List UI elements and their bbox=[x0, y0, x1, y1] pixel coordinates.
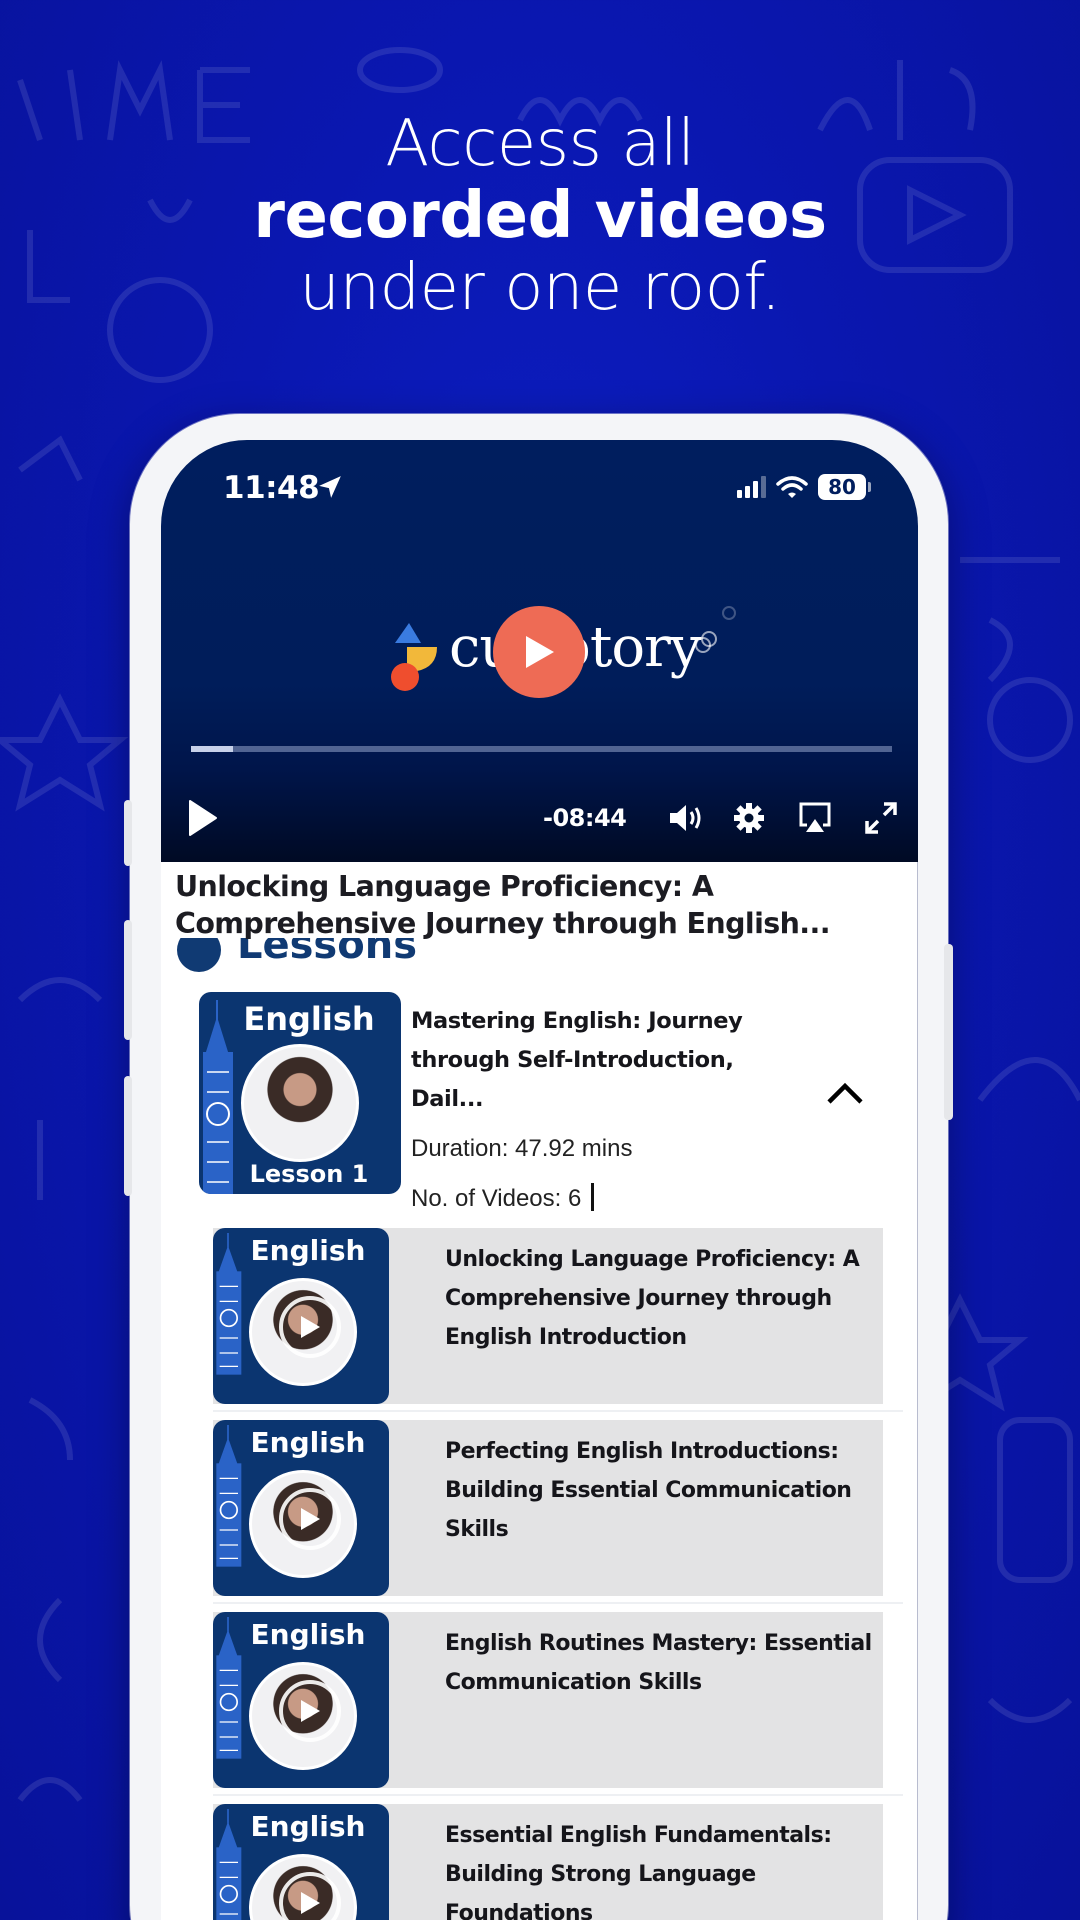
location-arrow-icon bbox=[319, 476, 341, 498]
promo-headline: Access all recorded videos under one roo… bbox=[0, 108, 1080, 324]
player-controls: -08:44 bbox=[185, 796, 898, 846]
thumbnail-title: English bbox=[250, 1810, 366, 1843]
video-progress-bar[interactable] bbox=[191, 746, 892, 752]
status-time: 11:48 bbox=[223, 470, 320, 506]
airplay-button[interactable] bbox=[795, 796, 835, 840]
video-player[interactable]: 11:48 80 curiotory bbox=[161, 440, 918, 862]
promo-line-1: Access all bbox=[385, 107, 695, 181]
video-play-button[interactable] bbox=[279, 1488, 341, 1550]
lesson-thumbnail: English Lesson 1 bbox=[199, 992, 401, 1194]
phone-side-button bbox=[124, 800, 132, 866]
divider bbox=[213, 1410, 903, 1412]
settings-gear-icon bbox=[734, 803, 764, 833]
instructor-photo bbox=[241, 1044, 359, 1162]
lessons-heading: Lessons bbox=[177, 938, 477, 978]
lesson-title: Mastering English: Journey through Self-… bbox=[411, 1008, 743, 1112]
lessons-play-icon bbox=[177, 938, 221, 972]
video-title: Perfecting English Introductions: Buildi… bbox=[445, 1439, 852, 1542]
wifi-icon bbox=[776, 476, 808, 498]
video-list-item[interactable]: English Unlocking Language Proficiency: … bbox=[213, 1228, 903, 1412]
video-title: Unlocking Language Proficiency: A Compre… bbox=[175, 870, 831, 940]
battery-icon: 80 bbox=[818, 474, 871, 500]
video-thumbnail: English bbox=[213, 1612, 389, 1788]
video-thumbnail: English bbox=[213, 1228, 389, 1404]
chevron-up-icon[interactable] bbox=[823, 1074, 867, 1110]
phone-side-button bbox=[124, 920, 132, 1040]
logo-rings-icon bbox=[695, 606, 736, 653]
settings-button[interactable] bbox=[729, 796, 769, 840]
logo-shapes-icon bbox=[391, 623, 437, 691]
thumbnail-lesson-label: Lesson 1 bbox=[249, 1160, 369, 1188]
play-icon bbox=[301, 1892, 320, 1914]
phone-screen: 11:48 80 curiotory bbox=[161, 440, 918, 1920]
lessons-heading-label: Lessons bbox=[237, 938, 417, 968]
text-cursor bbox=[591, 1183, 595, 1211]
lesson-content: Lessons Unlocking Language Proficiency: … bbox=[161, 862, 918, 1920]
video-list-item[interactable]: English English Routines Mastery: Essent… bbox=[213, 1612, 903, 1796]
play-icon bbox=[526, 636, 554, 668]
video-progress-fill bbox=[191, 746, 234, 752]
play-icon bbox=[301, 1508, 320, 1530]
volume-button[interactable] bbox=[667, 796, 707, 840]
video-list-item[interactable]: English Perfecting English Introductions… bbox=[213, 1420, 903, 1604]
video-play-button[interactable] bbox=[279, 1680, 341, 1742]
center-play-button[interactable] bbox=[493, 606, 585, 698]
promo-line-2: recorded videos bbox=[253, 179, 827, 253]
phone-side-button bbox=[124, 1076, 132, 1196]
lesson-video-count: No. of Videos: 6 bbox=[411, 1185, 582, 1212]
fullscreen-icon bbox=[865, 802, 897, 834]
airplay-icon bbox=[799, 802, 831, 832]
cellular-signal-icon bbox=[737, 476, 766, 498]
promo-line-3: under one roof. bbox=[299, 251, 781, 325]
fullscreen-button[interactable] bbox=[861, 796, 901, 840]
lesson-card[interactable]: English Lesson 1 Mastering English: Jour… bbox=[199, 992, 887, 1212]
thumbnail-title: English bbox=[250, 1618, 366, 1651]
lesson-duration: Duration: 47.92 mins bbox=[411, 1135, 633, 1162]
lesson-video-count-row: No. of Videos: 6 bbox=[411, 1179, 811, 1219]
play-button[interactable] bbox=[185, 796, 221, 840]
play-icon bbox=[301, 1316, 320, 1338]
thumbnail-title: English bbox=[250, 1426, 366, 1459]
video-thumbnail: English bbox=[213, 1420, 389, 1596]
play-icon bbox=[301, 1700, 320, 1722]
video-thumbnail: English bbox=[213, 1804, 389, 1920]
video-title: Essential English Fundamentals: Building… bbox=[445, 1823, 832, 1920]
thumbnail-title: English bbox=[243, 1000, 375, 1038]
divider bbox=[213, 1602, 903, 1604]
video-list-item[interactable]: English Essential English Fundamentals: … bbox=[213, 1804, 883, 1920]
thumbnail-title: English bbox=[250, 1234, 366, 1267]
play-icon bbox=[189, 800, 217, 836]
video-title: English Routines Mastery: Essential Comm… bbox=[445, 1631, 872, 1695]
divider bbox=[213, 1794, 903, 1796]
video-play-button[interactable] bbox=[279, 1296, 341, 1358]
remaining-time: -08:44 bbox=[543, 804, 627, 832]
video-title: Unlocking Language Proficiency: A Compre… bbox=[445, 1247, 860, 1350]
status-bar: 11:48 80 bbox=[223, 470, 871, 510]
phone-power-button bbox=[944, 944, 953, 1120]
volume-icon bbox=[670, 805, 701, 831]
